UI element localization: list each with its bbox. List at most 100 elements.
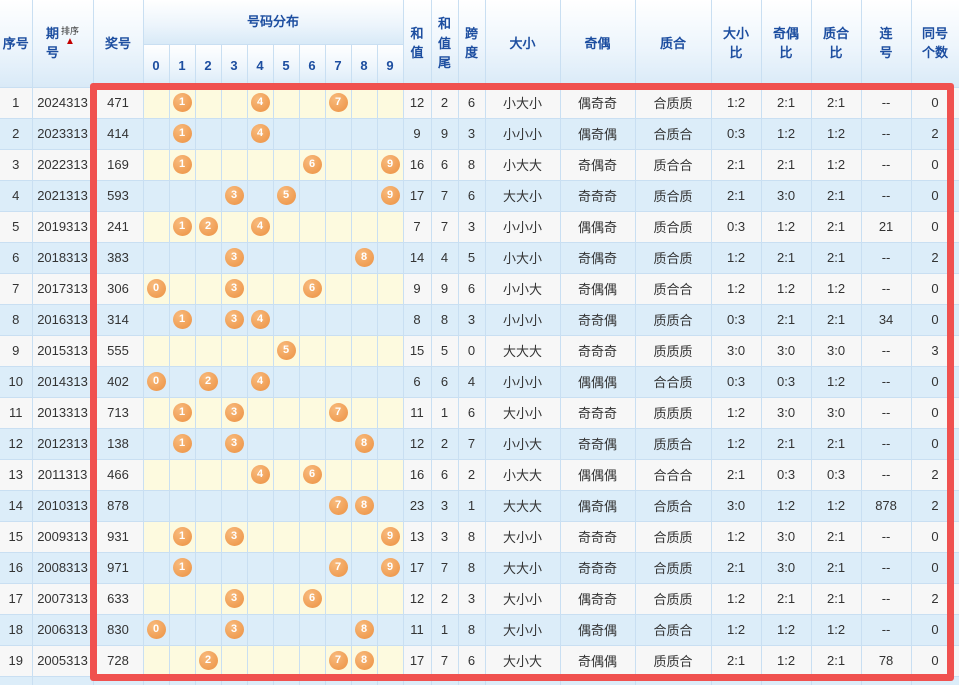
digit-cell xyxy=(143,397,170,429)
period-cell: 2014313 xyxy=(32,366,94,398)
digit-cell: 8 xyxy=(351,428,378,460)
digit-cell xyxy=(247,645,274,677)
digit-cell xyxy=(143,552,170,584)
seq-cell: 7 xyxy=(0,273,33,305)
digit-cell: 6 xyxy=(299,149,326,181)
parity-cell: 偶奇奇 xyxy=(560,583,636,615)
digit-cell xyxy=(247,490,274,522)
number-ball: 3 xyxy=(224,248,244,267)
size-ratio-cell: 0:3 xyxy=(711,211,762,243)
digit-cell xyxy=(351,521,378,553)
prime-cell: 合质合 xyxy=(635,490,712,522)
sort-control[interactable]: 排序 ▲ xyxy=(61,26,79,47)
digit-cell xyxy=(143,304,170,336)
sum-cell: 11 xyxy=(403,614,432,646)
digit-cell: 2 xyxy=(195,366,222,398)
table-row: 5 2019313 241 1 2 4 7 7 3 小小小 偶偶奇 质合质 0:3 1:2 2:1 21 0 xyxy=(0,211,959,243)
prize-cell: 471 xyxy=(93,87,144,119)
sum-tail-cell: 7 xyxy=(431,645,459,677)
digit-cell xyxy=(273,645,300,677)
digit-cell xyxy=(247,273,274,305)
same-count-cell: 0 xyxy=(911,149,959,181)
digit-cell xyxy=(351,149,378,181)
prime-ratio-cell xyxy=(811,676,862,685)
size-cell: 小大小 xyxy=(485,242,561,274)
number-ball: 8 xyxy=(354,620,374,639)
digit-cell: 7 xyxy=(325,397,352,429)
digit-cell xyxy=(325,149,352,181)
prime-cell: 质质合 xyxy=(635,645,712,677)
digit-cell xyxy=(273,428,300,460)
digit-cell: 4 xyxy=(247,211,274,243)
digit-cell: 1 xyxy=(169,87,196,119)
sum-cell xyxy=(403,676,432,685)
same-count-cell: 0 xyxy=(911,211,959,243)
digit-cell xyxy=(299,428,326,460)
parity-ratio-cell: 3:0 xyxy=(761,180,812,212)
prize-cell: 402 xyxy=(93,366,144,398)
digit-cell xyxy=(377,490,404,522)
digit-cell xyxy=(143,149,170,181)
number-ball: 2 xyxy=(198,651,218,670)
size-ratio-cell: 2:1 xyxy=(711,180,762,212)
number-ball: 5 xyxy=(276,186,296,205)
parity-ratio-cell: 3:0 xyxy=(761,552,812,584)
digit-cell xyxy=(143,645,170,677)
span-cell: 3 xyxy=(458,118,486,150)
prize-cell: 971 xyxy=(93,552,144,584)
number-ball: 1 xyxy=(172,527,192,546)
prime-cell: 合合质 xyxy=(635,366,712,398)
digit-cell xyxy=(325,676,352,685)
number-ball: 6 xyxy=(302,589,322,608)
sum-tail-cell: 4 xyxy=(431,242,459,274)
table-body: 1 2024313 471 1 4 7 12 2 6 小大小 偶奇奇 合质质 1:2 2:1 2:1 -- 0 2… xyxy=(0,87,959,685)
span-cell: 7 xyxy=(458,428,486,460)
same-count-cell: 0 xyxy=(911,87,959,119)
table-row: 13 2011313 466 4 6 16 6 2 小大大 偶偶偶 合合合 2:1 0:3 0:3 -- 2 xyxy=(0,459,959,491)
table-row: 9 2015313 555 5 15 5 0 大大大 奇奇奇 质质质 3:0 3:0 3:0 -- 3 xyxy=(0,335,959,367)
digit-cell xyxy=(351,676,378,685)
parity-ratio-cell: 2:1 xyxy=(761,149,812,181)
digit-cell xyxy=(221,645,248,677)
size-cell: 大大小 xyxy=(485,552,561,584)
sum-cell: 12 xyxy=(403,583,432,615)
parity-ratio-cell xyxy=(761,676,812,685)
digit-header: 8 xyxy=(351,44,378,88)
same-count-cell xyxy=(911,676,959,685)
parity-ratio-cell: 2:1 xyxy=(761,87,812,119)
size-ratio-cell: 1:2 xyxy=(711,273,762,305)
prize-cell: 169 xyxy=(93,149,144,181)
digit-cell xyxy=(273,676,300,685)
prime-ratio-cell: 1:2 xyxy=(811,118,862,150)
digit-cell: 3 xyxy=(221,614,248,646)
sum-tail-cell xyxy=(431,676,459,685)
number-ball: 1 xyxy=(172,310,192,329)
period-cell: 2013313 xyxy=(32,397,94,429)
digit-cell xyxy=(377,583,404,615)
digit-cell: 3 xyxy=(221,583,248,615)
size-cell: 大小小 xyxy=(485,583,561,615)
digit-cell xyxy=(351,273,378,305)
span-header: 跨 度 xyxy=(458,0,486,88)
sum-cell: 17 xyxy=(403,552,432,584)
seq-cell: 1 xyxy=(0,87,33,119)
period-cell: 2011313 xyxy=(32,459,94,491)
sum-header: 和 值 xyxy=(403,0,432,88)
digit-cell xyxy=(273,583,300,615)
number-ball: 5 xyxy=(276,341,296,360)
same-count-cell: 0 xyxy=(911,521,959,553)
digit-cell xyxy=(325,521,352,553)
digit-cell xyxy=(377,87,404,119)
size-cell: 小小小 xyxy=(485,366,561,398)
consecutive-cell: 878 xyxy=(861,490,912,522)
seq-cell: 19 xyxy=(0,645,33,677)
digit-cell xyxy=(247,335,274,367)
consecutive-cell: -- xyxy=(861,366,912,398)
digit-cell xyxy=(247,180,274,212)
seq-cell: 4 xyxy=(0,180,33,212)
table-row: 19 2005313 728 2 7 8 17 7 6 大小大 奇偶偶 质质合 2:1 1:2 2:1 78 0 xyxy=(0,645,959,677)
number-ball: 4 xyxy=(250,465,270,484)
consecutive-cell: -- xyxy=(861,552,912,584)
number-ball: 1 xyxy=(172,155,192,174)
span-cell: 6 xyxy=(458,273,486,305)
